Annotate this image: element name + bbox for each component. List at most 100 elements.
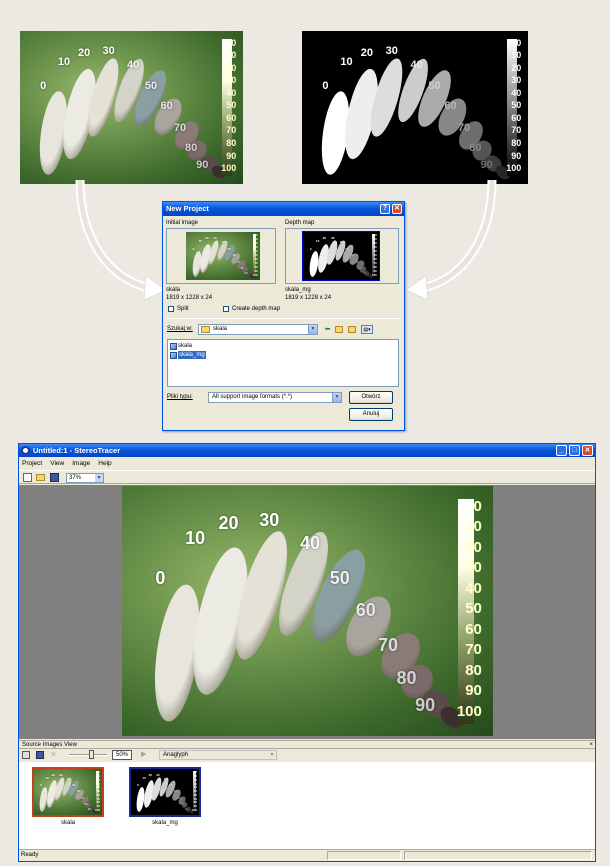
menu-help[interactable]: Help [98,458,111,469]
stone-label-50: 50 [72,783,76,788]
initial-image-preview[interactable]: 0 10 20 30 40 50 60 70 80 90 0 10 20 30 40 50 60 70 80 90 10… [166,228,276,284]
thumb-label-depth: skala_mg [152,820,178,826]
new-folder-icon[interactable] [348,326,356,333]
depth-thumb-art: 0 10 20 30 40 50 60 70 80 90 0 10 20 30 40 50 60 70 80 90 10… [131,769,199,815]
menu-image[interactable]: Image [72,458,90,469]
file-type-combo[interactable]: All support image formats (*.*) ▼ [208,392,342,403]
scale-label-80: 80 [465,661,482,679]
stone-label-20: 20 [218,512,239,533]
scale-label-80: 80 [226,138,237,149]
main-toolbar: 37% ▼ [19,470,595,484]
file-list[interactable]: skala skala_mg [167,339,399,387]
stone-label-10: 10 [57,56,71,68]
stone-label-90: 90 [196,158,209,171]
stone-label-40: 40 [163,776,167,781]
chevron-down-icon[interactable]: ▼ [332,393,341,402]
stone-label-40: 40 [339,240,343,245]
save-icon[interactable] [50,473,59,482]
stone-label-40: 40 [221,240,225,245]
up-folder-icon[interactable] [335,326,343,333]
open-button[interactable]: Otwórz [349,391,393,404]
close-button[interactable]: ✕ [392,204,402,214]
stone-label-90: 90 [480,158,493,171]
stone-label-80: 80 [84,801,88,806]
stone-label-10: 10 [340,56,353,68]
view-menu-icon[interactable]: ▤▾ [361,325,373,334]
file-item-skala[interactable]: skala [170,342,192,350]
file-item-skala-mg[interactable]: skala_mg [170,351,206,359]
menu-view[interactable]: View [50,458,64,469]
dialog-divider [166,318,401,319]
scale-label-60: 60 [511,112,522,123]
thumb-zoom-slider-handle[interactable] [89,750,94,759]
chevron-down-icon[interactable]: ▼ [95,474,103,482]
save-icon[interactable] [36,751,44,759]
scale-label-40: 40 [465,579,482,597]
stone-label-90: 90 [184,806,189,811]
stone-label-30: 30 [59,772,63,777]
cancel-button[interactable]: Anuluj [349,408,393,421]
scale-label-100: 100 [191,808,197,813]
stone-label-50: 50 [428,80,441,93]
help-button[interactable]: ? [380,204,390,214]
maximize-button[interactable]: □ [569,445,580,456]
thumb-initial-image[interactable]: 0 10 20 30 40 50 60 70 80 90 0 10 20 30 40 50 60 70 80 90 10… [32,767,104,817]
new-project-dialog: New Project ? ✕ Initial image Depth map … [162,201,405,431]
dialog-titlebar[interactable]: New Project ? ✕ [163,202,404,216]
scale-label-0: 0 [516,37,522,48]
initial-image-name: skala [166,287,181,293]
close-icon[interactable]: × [589,741,593,749]
new-project-icon[interactable] [23,473,32,482]
scale-label-90: 90 [465,682,482,699]
look-in-combo[interactable]: skala ▼ [198,324,318,335]
back-icon[interactable]: ⬅ [323,325,332,334]
depth-map-preview[interactable]: 0 10 20 30 40 50 60 70 80 90 0 10 20 30 40 50 60 70 80 90 10… [285,228,399,284]
scale-label-10: 10 [465,518,482,535]
scale-label-70: 70 [465,641,482,658]
stone-label-80: 80 [181,801,185,806]
stone-label-50: 50 [329,567,350,588]
image-canvas[interactable]: 0 10 20 30 40 50 60 70 80 90 0 10 20 30 40 50 60 70 80 90 10… [19,485,595,739]
scale-label-30: 30 [465,559,482,576]
stone-label-40: 40 [410,59,423,72]
file-type-label: Pliki typu: [167,394,193,400]
stone-label-10: 10 [198,239,202,244]
initial-image-size: 1819 x 1228 x 24 [166,295,213,301]
stone-label-60: 60 [355,600,376,620]
file-name: skala_mg [178,351,206,359]
app-titlebar[interactable]: Untitled:1 - StereoTracer _ □ ✕ [19,444,595,457]
scale-label-100: 100 [221,163,237,174]
close-button[interactable]: ✕ [582,445,593,456]
thumb-depth-map[interactable]: 0 10 20 30 40 50 60 70 80 90 0 10 20 30 40 50 60 70 80 90 10… [129,767,201,817]
source-tool-icon[interactable] [22,751,30,759]
stone-label-70: 70 [177,795,182,800]
menu-project[interactable]: Project [22,458,42,469]
stone-label-60: 60 [350,253,355,258]
image-file-icon [170,342,177,350]
stone-label-50: 50 [227,246,231,251]
chevron-down-icon[interactable]: ▼ [268,751,276,759]
mode-value: Anaglyph [163,752,189,758]
stone-label-40: 40 [66,776,70,781]
scale-label-60: 60 [226,112,237,123]
stone-label-90: 90 [87,806,92,811]
delete-icon[interactable]: ✕ [50,750,59,759]
create-depth-map-checkbox[interactable]: Create depth map [223,306,280,312]
minimize-button[interactable]: _ [556,445,567,456]
open-folder-icon[interactable] [36,474,45,481]
zoom-combo[interactable]: 37% ▼ [66,473,104,483]
stone-label-90: 90 [415,695,436,715]
scale-label-100: 100 [94,808,100,813]
depth-map-size: 1819 x 1228 x 24 [285,295,332,301]
thumb-zoom-value[interactable]: 50% [112,750,132,760]
app-title: Untitled:1 - StereoTracer [33,446,121,455]
chevron-down-icon[interactable]: ▼ [308,325,317,334]
mode-combo[interactable]: Anaglyph ▼ [159,750,277,760]
thumb-zoom-slider-track[interactable] [69,754,107,756]
scale-label-20: 20 [465,538,482,556]
scale-label-90: 90 [511,150,522,161]
stereotracer-window: Untitled:1 - StereoTracer _ □ ✕ Project … [18,443,596,862]
image-file-icon [170,351,177,359]
play-icon[interactable]: ▶ [141,750,150,759]
split-checkbox[interactable]: Split [168,306,189,312]
